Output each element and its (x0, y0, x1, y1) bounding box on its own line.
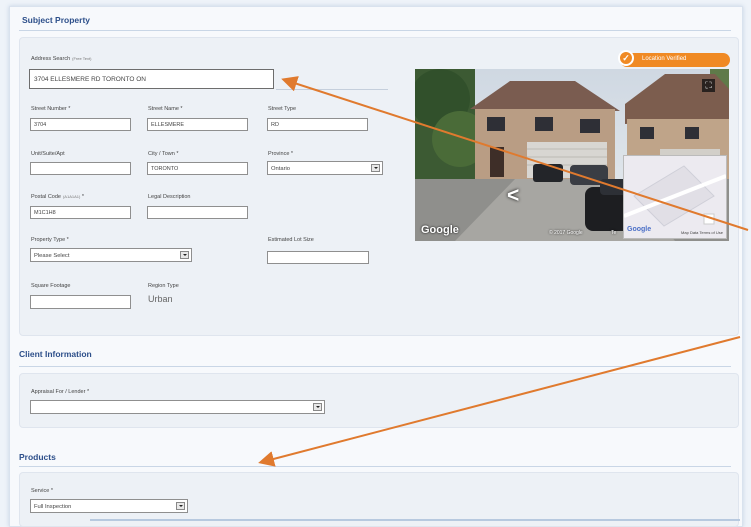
location-verified-badge: ✓ Location Verified (618, 50, 730, 67)
fullscreen-icon[interactable]: ⛶ (702, 79, 715, 92)
service-select[interactable]: Full Inspection (30, 499, 188, 513)
region-type-value: Urban (148, 294, 173, 304)
address-search-input[interactable]: 3704 ELLESMERE RD TORONTO ON (29, 69, 274, 89)
dropdown-arrow-icon[interactable] (313, 403, 322, 411)
street-number-label: Street Number * (31, 106, 71, 112)
city-input[interactable]: TORONTO (147, 162, 248, 175)
region-type-label: Region Type (148, 283, 179, 289)
check-icon: ✓ (618, 50, 634, 66)
property-type-label: Property Type * (31, 237, 69, 243)
street-view-copyright: © 2017 Google (549, 230, 583, 236)
lot-size-label: Estimated Lot Size (268, 237, 314, 243)
street-name-label: Street Name * (148, 106, 183, 112)
street-name-input[interactable]: ELLESMERE (147, 118, 248, 131)
dropdown-arrow-icon[interactable] (176, 502, 185, 510)
street-type-label: Street Type (268, 106, 297, 112)
postal-code-input[interactable]: M1C1H8 (30, 206, 131, 219)
section-title-subject-property: Subject Property (22, 15, 91, 25)
province-label: Province * (268, 151, 294, 157)
section-title-products: Products (19, 452, 56, 462)
mini-map-links[interactable]: Map Data Terms of Use (681, 230, 723, 235)
legal-description-input[interactable] (147, 206, 248, 219)
street-view-image[interactable]: < > ⛶ Google © 2017 Google Te Google Map… (415, 69, 729, 241)
lot-size-input[interactable] (267, 251, 369, 264)
mini-map-google-logo: Google (627, 226, 652, 233)
bottom-border (90, 519, 740, 521)
nav-left-arrow-icon[interactable]: < (507, 184, 519, 208)
city-label: City / Town * (148, 151, 179, 157)
unit-label: Unit/Suite/Apt (31, 151, 65, 157)
section-divider (19, 466, 731, 467)
dropdown-arrow-icon[interactable] (180, 251, 189, 259)
section-divider (19, 30, 731, 31)
square-footage-input[interactable] (30, 295, 131, 309)
street-number-input[interactable]: 3704 (30, 118, 131, 131)
google-logo: Google (421, 224, 459, 236)
square-footage-label: Square Footage (31, 283, 71, 289)
appraisal-for-select[interactable] (30, 400, 325, 414)
service-label: Service * (31, 488, 54, 494)
province-select[interactable]: Ontario (267, 161, 383, 175)
address-search-label: Address Search (Free Text) (31, 56, 92, 62)
unit-input[interactable] (30, 162, 131, 175)
property-type-select[interactable]: Please Select (30, 248, 192, 262)
dropdown-arrow-icon[interactable] (371, 164, 380, 172)
appraisal-for-label: Appraisal For / Lender * (31, 389, 90, 395)
mini-map[interactable]: Google Map Data Terms of Use (623, 155, 727, 239)
section-divider (19, 366, 731, 367)
postal-code-label: Postal Code (A1A1A1) * (31, 194, 84, 200)
address-underline (276, 89, 388, 90)
street-type-input[interactable]: RD (267, 118, 368, 131)
section-title-client-information: Client Information (19, 349, 92, 359)
street-view-terms[interactable]: Te (611, 230, 616, 236)
legal-description-label: Legal Description (148, 194, 191, 200)
